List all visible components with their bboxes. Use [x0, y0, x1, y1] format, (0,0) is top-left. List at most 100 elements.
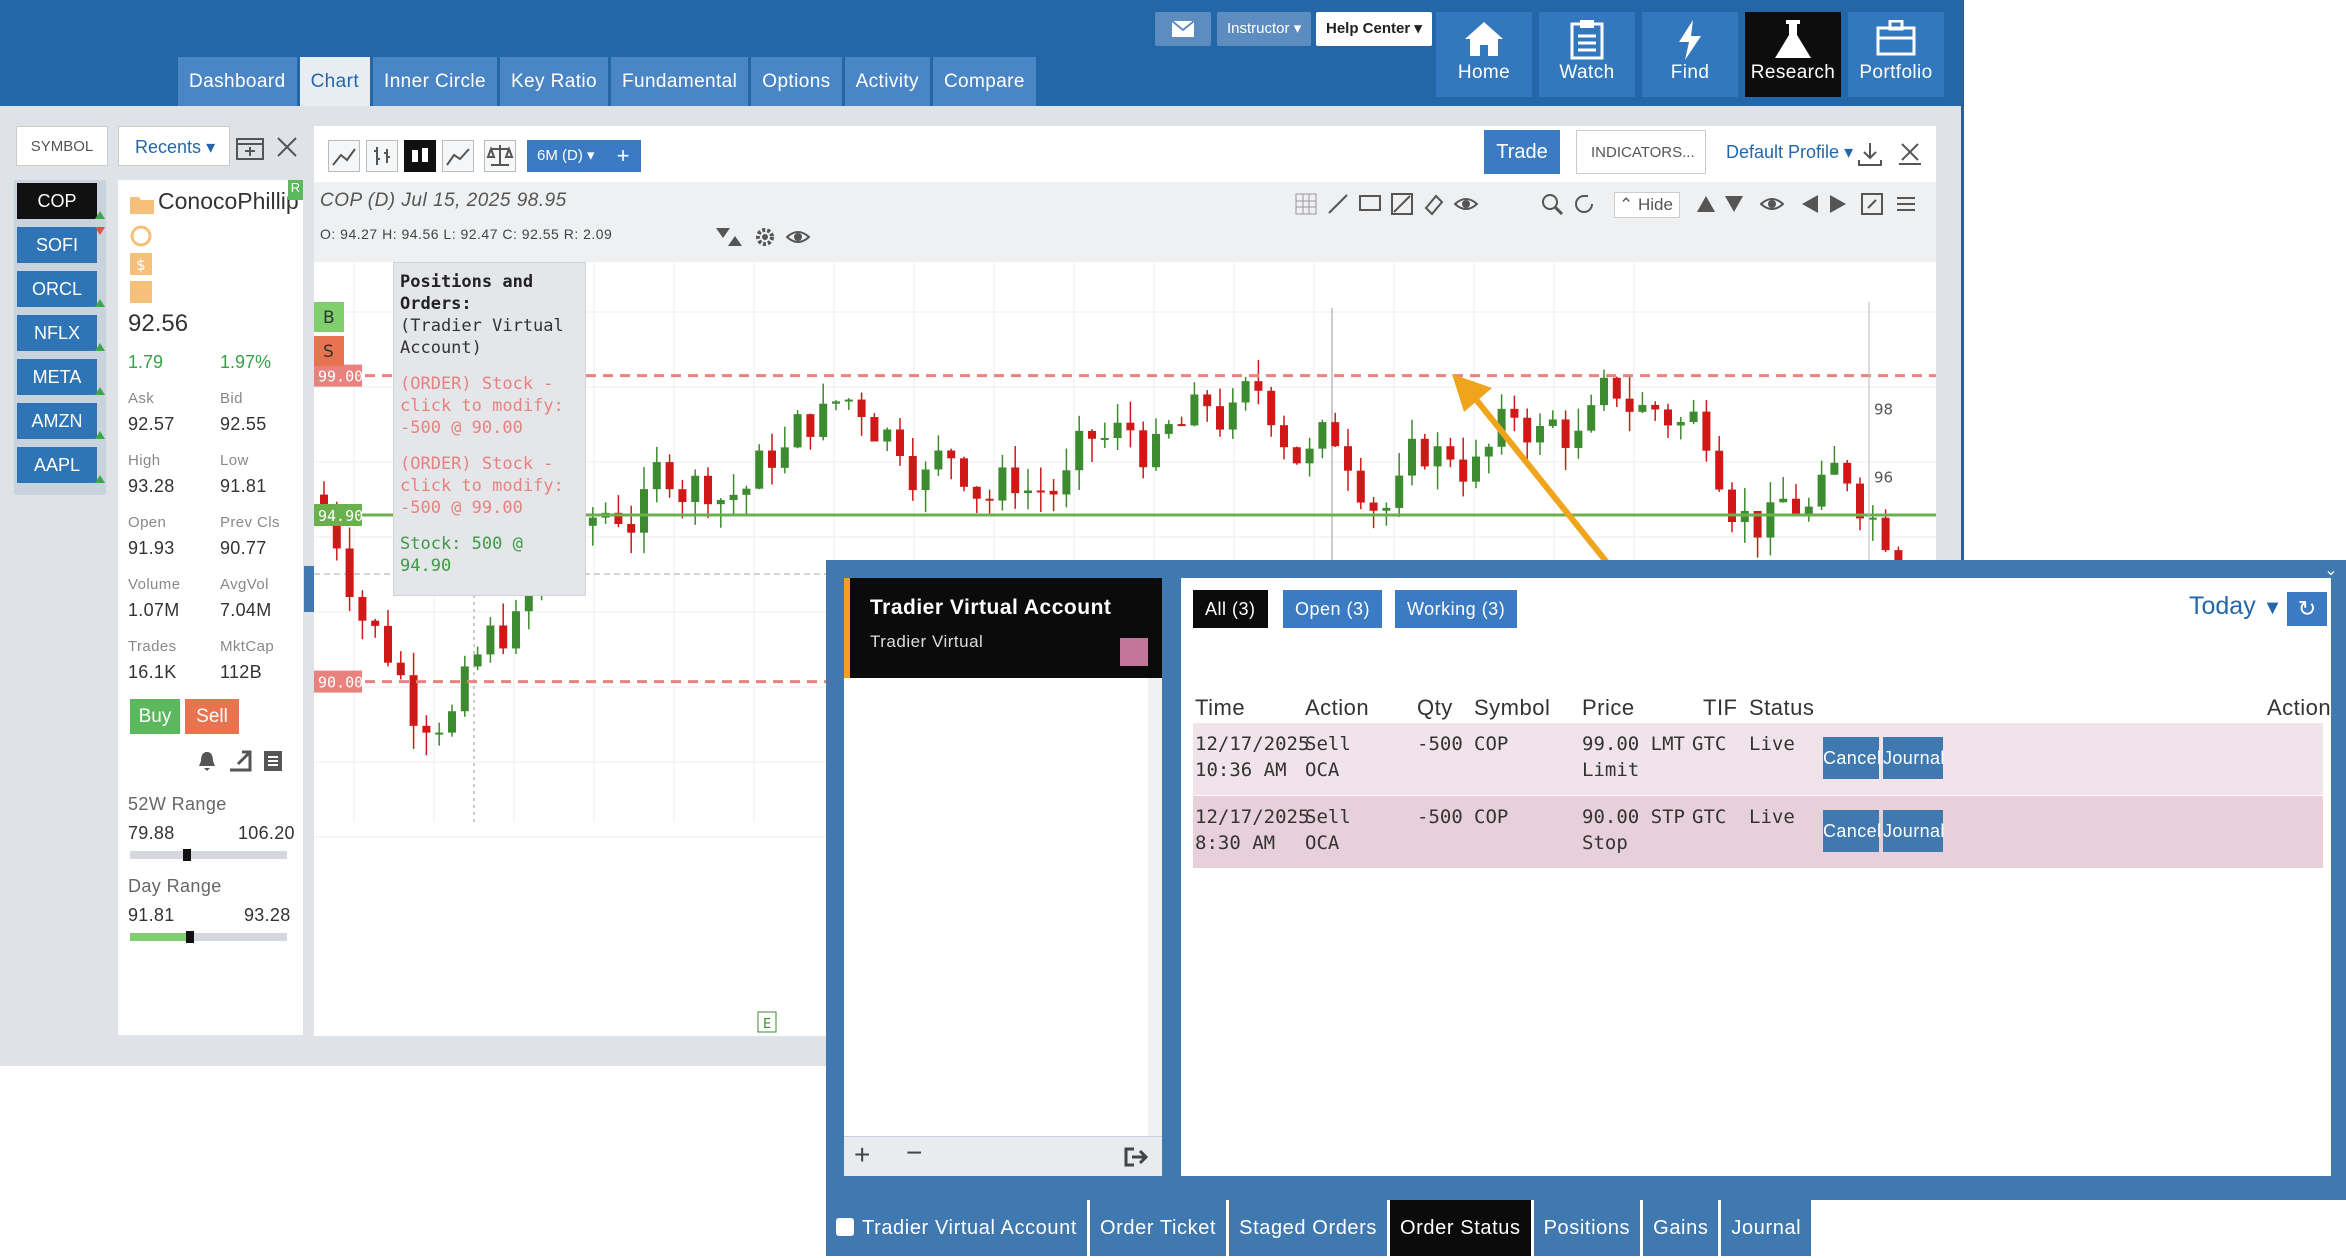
clear-chart-icon[interactable] [1896, 140, 1924, 168]
journal-button[interactable]: Journal [1883, 810, 1944, 852]
symbol-cop[interactable]: COP [17, 183, 105, 219]
order-entry[interactable]: (ORDER) Stock - click to modify: -500 @ … [400, 453, 579, 519]
instructor-dropdown[interactable]: Instructor ▾ [1217, 12, 1312, 46]
trade-button[interactable]: Trade [1484, 130, 1560, 174]
download-icon[interactable] [1856, 140, 1884, 168]
positions-tooltip[interactable]: Positions and Orders: (Tradier Virtual A… [393, 262, 586, 596]
menu-icon[interactable] [1894, 192, 1918, 216]
candle-body [1344, 446, 1352, 471]
scroll-up-icon[interactable] [1694, 192, 1718, 216]
logout-icon[interactable] [1124, 1147, 1148, 1167]
tab-fundamental[interactable]: Fundamental [610, 57, 749, 106]
nav-portfolio[interactable]: Portfolio [1848, 12, 1944, 97]
ohlc-chart-button[interactable] [366, 140, 398, 172]
account-card[interactable]: Tradier Virtual Account Tradier Virtual [844, 578, 1162, 678]
reset-icon[interactable] [1572, 192, 1596, 216]
grid-icon[interactable] [1294, 192, 1318, 216]
btab-order-ticket[interactable]: Order Ticket [1090, 1200, 1227, 1256]
order-entry[interactable]: (ORDER) Stock - click to modify: -500 @ … [400, 373, 579, 439]
tab-options[interactable]: Options [751, 57, 842, 106]
help-center-dropdown[interactable]: Help Center ▾ [1316, 12, 1432, 46]
tab-activity[interactable]: Activity [844, 57, 930, 106]
gear-icon[interactable] [754, 226, 776, 248]
visibility-icon[interactable] [1454, 192, 1478, 216]
order-row[interactable]: 12/17/2025 8:30 AM Sell OCA -500 COP 90.00… [1193, 796, 2323, 868]
candle-chart-button[interactable] [404, 140, 436, 172]
price-change-pct: 1.97% [220, 352, 272, 372]
notes-icon[interactable] [262, 750, 284, 772]
filter-all[interactable]: All (3) [1193, 590, 1268, 628]
line-chart-button[interactable] [328, 140, 360, 172]
order-row[interactable]: 12/17/2025 10:36 AM Sell OCA -500 COP 99.0… [1193, 723, 2323, 795]
trendline-icon[interactable] [1326, 192, 1350, 216]
mail-button[interactable] [1155, 12, 1211, 46]
nav-home[interactable]: Home [1436, 12, 1532, 97]
scroll-down-icon[interactable] [1722, 192, 1746, 216]
btab-gains[interactable]: Gains [1643, 1200, 1719, 1256]
order-time: 12/17/2025 8:30 AM [1195, 806, 1310, 854]
symbol-nflx[interactable]: NFLX [17, 315, 105, 351]
compare-button[interactable] [484, 140, 516, 172]
btab-journal[interactable]: Journal [1721, 1200, 1812, 1256]
text-tool-icon[interactable] [1358, 192, 1382, 216]
recents-dropdown[interactable]: Recents ▾ [118, 126, 230, 166]
symbol-sofi[interactable]: SOFI [17, 227, 105, 263]
view-icon[interactable] [1760, 192, 1784, 216]
add-account-icon[interactable]: + [854, 1139, 870, 1171]
btab-account-label: Tradier Virtual Account [862, 1217, 1078, 1239]
recents-label: Recents [135, 137, 202, 157]
remove-account-icon[interactable]: − [906, 1137, 922, 1169]
col-qty: Qty [1417, 695, 1453, 720]
btab-positions[interactable]: Positions [1533, 1200, 1641, 1256]
btab-order-status[interactable]: Order Status [1390, 1200, 1531, 1256]
journal-button[interactable]: Journal [1883, 737, 1944, 779]
symbol-meta[interactable]: META [17, 359, 105, 395]
zoom-icon[interactable] [1540, 192, 1564, 216]
symbol-aapl[interactable]: AAPL [17, 447, 105, 483]
open-value: 91.93 [128, 538, 175, 558]
filter-working[interactable]: Working (3) [1395, 590, 1518, 628]
btab-account[interactable]: Tradier Virtual Account [826, 1200, 1088, 1256]
scrollbar[interactable] [1148, 678, 1162, 1136]
btab-staged-orders[interactable]: Staged Orders [1229, 1200, 1388, 1256]
cancel-order-button[interactable]: Cancel [1823, 810, 1881, 852]
share-icon[interactable] [228, 750, 252, 772]
nav-watch[interactable]: Watch [1539, 12, 1635, 97]
cancel-order-button[interactable]: Cancel [1823, 737, 1881, 779]
sell-button[interactable]: Sell [185, 699, 239, 734]
hide-button[interactable]: ⌃ Hide [1614, 192, 1680, 218]
timeframe-dropdown[interactable]: 6M (D) ▾ [527, 140, 605, 172]
area-chart-button[interactable] [442, 140, 474, 172]
eye-icon[interactable] [786, 226, 810, 248]
collapse-panel-tab[interactable] [304, 566, 314, 612]
candle-body [1356, 470, 1365, 503]
close-icon[interactable] [276, 136, 298, 158]
add-window-icon[interactable] [236, 134, 264, 160]
scroll-left-icon[interactable] [1798, 192, 1822, 216]
eraser-icon[interactable] [1422, 192, 1446, 216]
refresh-button[interactable]: ↻ [2287, 592, 2327, 626]
nav-research[interactable]: Research [1745, 12, 1841, 97]
tab-chart[interactable]: Chart [299, 57, 371, 106]
sort-icon[interactable] [714, 226, 744, 248]
tab-inner-circle[interactable]: Inner Circle [373, 57, 497, 106]
tab-key-ratio[interactable]: Key Ratio [499, 57, 608, 106]
indicators-dropdown[interactable]: INDICATORS... ▾ [1576, 130, 1706, 205]
symbol-orcl[interactable]: ORCL [17, 271, 105, 307]
period-dropdown[interactable]: Today ▼ [2189, 592, 2282, 621]
filter-open[interactable]: Open (3) [1283, 590, 1383, 628]
nav-find[interactable]: Find [1642, 12, 1738, 97]
alert-bell-icon[interactable] [196, 750, 218, 772]
fit-icon[interactable] [1860, 192, 1884, 216]
candle-body [896, 429, 904, 457]
candle-body [1024, 490, 1032, 494]
profile-dropdown[interactable]: Default Profile ▾ [1726, 142, 1853, 163]
add-study-button[interactable]: + [605, 140, 641, 172]
tab-compare[interactable]: Compare [932, 57, 1036, 106]
trade-window: ⌄ Tradier Virtual Account Tradier Virtua… [826, 560, 2346, 1200]
scroll-right-icon[interactable] [1826, 192, 1850, 216]
buy-button[interactable]: Buy [130, 699, 180, 734]
ray-icon[interactable] [1390, 192, 1414, 216]
symbol-amzn[interactable]: AMZN [17, 403, 105, 439]
tab-dashboard[interactable]: Dashboard [178, 57, 297, 106]
